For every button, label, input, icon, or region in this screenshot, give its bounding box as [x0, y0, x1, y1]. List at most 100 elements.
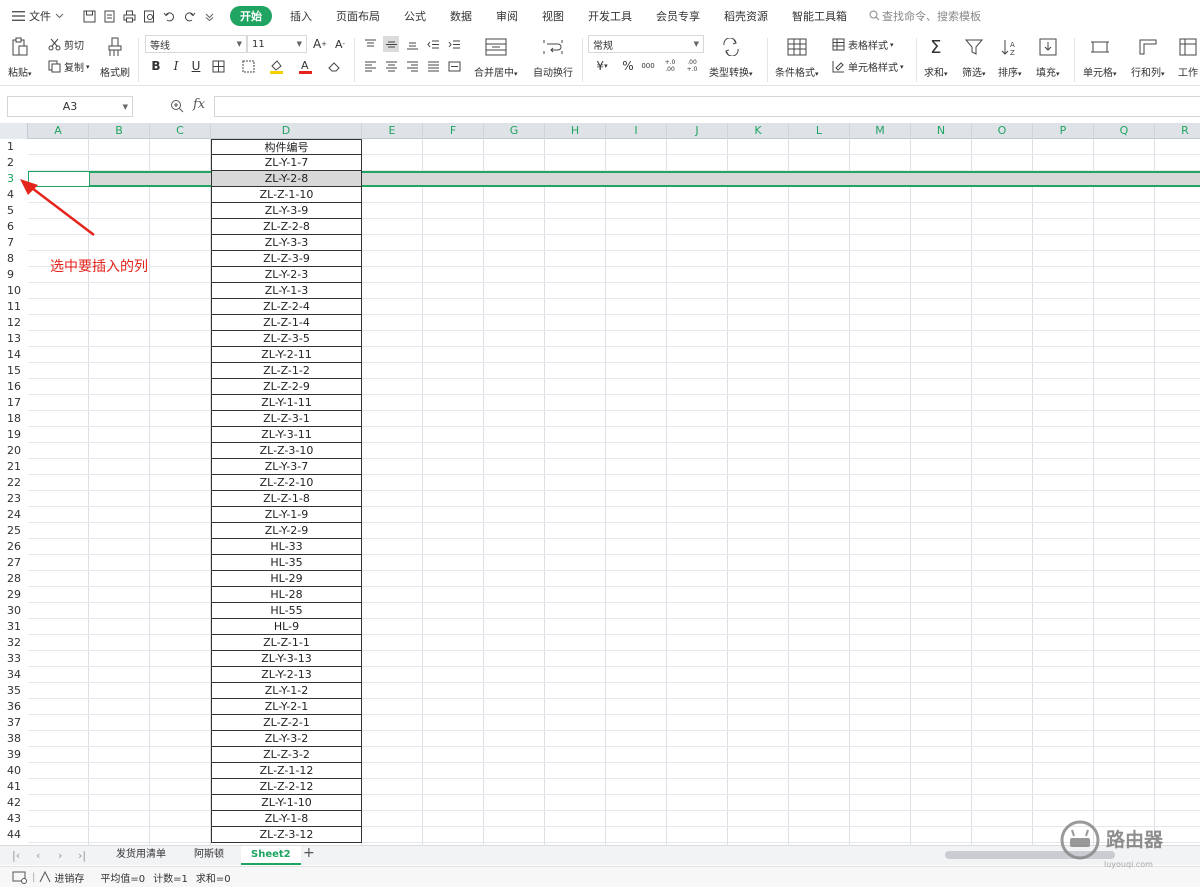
row-header-30[interactable]: 30 — [0, 603, 28, 619]
column-header-c[interactable]: C — [150, 123, 211, 139]
cell-d32[interactable]: ZL-Z-1-1 — [211, 635, 362, 651]
cell-d43[interactable]: ZL-Y-1-8 — [211, 811, 362, 827]
name-box[interactable]: A3 ▼ — [7, 96, 133, 117]
copy-button[interactable]: 复制 ▾ — [48, 59, 90, 74]
align-left-icon[interactable] — [362, 58, 378, 74]
file-menu[interactable]: 文件 — [0, 8, 72, 24]
row-header-9[interactable]: 9 — [0, 267, 28, 283]
row-header-26[interactable]: 26 — [0, 539, 28, 555]
row-header-38[interactable]: 38 — [0, 731, 28, 747]
align-middle-icon[interactable] — [383, 36, 399, 52]
row-header-19[interactable]: 19 — [0, 427, 28, 443]
cell-d42[interactable]: ZL-Y-1-10 — [211, 795, 362, 811]
distributed-icon[interactable] — [446, 58, 462, 74]
row-header-23[interactable]: 23 — [0, 491, 28, 507]
print-preview-icon[interactable] — [142, 9, 156, 23]
column-header-a[interactable]: A — [28, 123, 89, 139]
print-icon[interactable] — [122, 9, 136, 23]
last-sheet-icon[interactable]: ›| — [78, 849, 86, 862]
cell-d5[interactable]: ZL-Y-3-9 — [211, 203, 362, 219]
justify-icon[interactable] — [425, 58, 441, 74]
cell-d20[interactable]: ZL-Z-3-10 — [211, 443, 362, 459]
cut-button[interactable]: 剪切 — [48, 37, 84, 52]
increase-decimal-button[interactable]: +.0 .00 — [662, 56, 678, 76]
cell-d33[interactable]: ZL-Y-3-13 — [211, 651, 362, 667]
cell-d17[interactable]: ZL-Y-1-11 — [211, 395, 362, 411]
formula-input[interactable] — [214, 96, 1200, 117]
fill-button[interactable]: 填充▾ — [1036, 36, 1060, 79]
column-header-n[interactable]: N — [911, 123, 972, 139]
add-sheet-button[interactable]: + — [303, 845, 315, 861]
row-header-34[interactable]: 34 — [0, 667, 28, 683]
type-convert-button[interactable]: 类型转换▾ — [709, 36, 753, 79]
italic-button[interactable]: I — [168, 58, 184, 74]
column-header-q[interactable]: Q — [1094, 123, 1155, 139]
cell-d35[interactable]: ZL-Y-1-2 — [211, 683, 362, 699]
row-header-35[interactable]: 35 — [0, 683, 28, 699]
thousands-separator-button[interactable]: 000 — [640, 58, 656, 74]
next-sheet-icon[interactable]: › — [58, 849, 62, 862]
row-header-8[interactable]: 8 — [0, 251, 28, 267]
cell-d7[interactable]: ZL-Y-3-3 — [211, 235, 362, 251]
cell-d39[interactable]: ZL-Z-3-2 — [211, 747, 362, 763]
cell-d37[interactable]: ZL-Z-2-1 — [211, 715, 362, 731]
macro-record-icon[interactable] — [12, 871, 28, 884]
cell-d29[interactable]: HL-28 — [211, 587, 362, 603]
cell-d6[interactable]: ZL-Z-2-8 — [211, 219, 362, 235]
row-header-11[interactable]: 11 — [0, 299, 28, 315]
tab-member[interactable]: 会员专享 — [644, 8, 712, 24]
cell-d21[interactable]: ZL-Y-3-7 — [211, 459, 362, 475]
borders-icon[interactable] — [210, 58, 226, 74]
cell-fill-pattern-icon[interactable] — [240, 58, 256, 74]
row-header-29[interactable]: 29 — [0, 587, 28, 603]
tab-data[interactable]: 数据 — [438, 8, 484, 24]
row-header-13[interactable]: 13 — [0, 331, 28, 347]
row-header-37[interactable]: 37 — [0, 715, 28, 731]
conditional-format-button[interactable]: 条件格式▾ — [775, 36, 819, 79]
cell-d31[interactable]: HL-9 — [211, 619, 362, 635]
cell-d40[interactable]: ZL-Z-1-12 — [211, 763, 362, 779]
cell-d25[interactable]: ZL-Y-2-9 — [211, 523, 362, 539]
tab-page-layout[interactable]: 页面布局 — [324, 8, 392, 24]
increase-indent-icon[interactable] — [446, 36, 462, 52]
cell-style-button[interactable]: 单元格样式 ▾ — [832, 59, 904, 74]
row-header-44[interactable]: 44 — [0, 827, 28, 843]
sort-button[interactable]: AZ 排序▾ — [998, 36, 1022, 79]
row-header-32[interactable]: 32 — [0, 635, 28, 651]
sheet-tab-sheet2[interactable]: Sheet2 — [241, 846, 301, 865]
row-header-31[interactable]: 31 — [0, 619, 28, 635]
currency-button[interactable]: ¥ ▾ — [592, 58, 612, 74]
customize-toolbar-icon[interactable] — [202, 9, 216, 23]
font-size-select[interactable]: 11 ▼ — [247, 35, 307, 53]
row-header-14[interactable]: 14 — [0, 347, 28, 363]
row-header-39[interactable]: 39 — [0, 747, 28, 763]
column-header-e[interactable]: E — [362, 123, 423, 139]
column-header-o[interactable]: O — [972, 123, 1033, 139]
cell-d4[interactable]: ZL-Z-1-10 — [211, 187, 362, 203]
sum-button[interactable]: Σ 求和▾ — [924, 36, 948, 80]
cell-button[interactable]: 单元格▾ — [1083, 36, 1117, 79]
cell-d2[interactable]: ZL-Y-1-7 — [211, 155, 362, 171]
align-bottom-icon[interactable] — [404, 36, 420, 52]
save-icon[interactable] — [82, 9, 96, 23]
decrease-decimal-button[interactable]: .00 +.0 — [684, 56, 700, 76]
cell-d16[interactable]: ZL-Z-2-9 — [211, 379, 362, 395]
cell-d9[interactable]: ZL-Y-2-3 — [211, 267, 362, 283]
cell-d30[interactable]: HL-55 — [211, 603, 362, 619]
cell-d12[interactable]: ZL-Z-1-4 — [211, 315, 362, 331]
insert-function-button[interactable]: fx — [193, 97, 205, 112]
export-pdf-icon[interactable] — [102, 9, 116, 23]
worksheet-grid[interactable]: ABCDEFGHIJKLMNOPQR 1 2 3 4 5 6 7 8 9 10 11 12 13 14 15… — [0, 123, 1200, 845]
column-header-i[interactable]: I — [606, 123, 667, 139]
column-header-j[interactable]: J — [667, 123, 728, 139]
row-header-36[interactable]: 36 — [0, 699, 28, 715]
row-header-40[interactable]: 40 — [0, 763, 28, 779]
tab-review[interactable]: 审阅 — [484, 8, 530, 24]
clear-icon[interactable] — [326, 58, 342, 74]
undo-icon[interactable] — [162, 9, 176, 23]
select-all-corner[interactable] — [0, 123, 28, 139]
row-header-1[interactable]: 1 — [0, 139, 28, 155]
row-header-42[interactable]: 42 — [0, 795, 28, 811]
command-search[interactable]: 查找命令、搜索模板 — [859, 8, 981, 24]
row-header-2[interactable]: 2 — [0, 155, 28, 171]
